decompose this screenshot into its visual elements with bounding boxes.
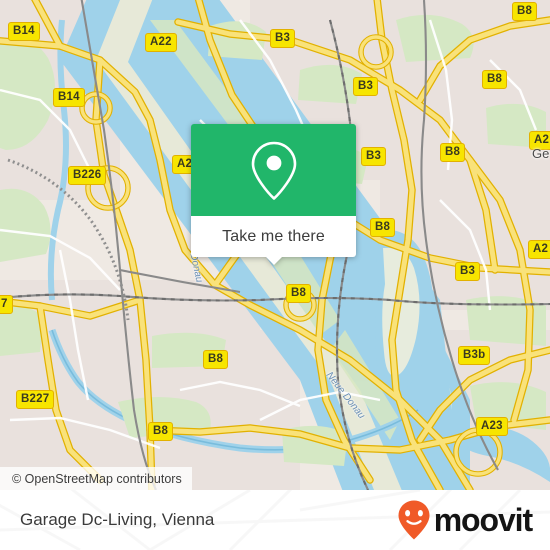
road-shield: B8 (370, 218, 396, 237)
moovit-smiley-pin-icon (398, 500, 430, 540)
road-shield: B3 (455, 262, 481, 281)
road-shield: 7 (0, 295, 13, 314)
road-shield: B8 (286, 284, 312, 303)
moovit-map-screenshot: B14 A22 B3 B8 B14 B3 B8 B226 A2 B3 B8 A2… (0, 0, 550, 550)
road-shield: B14 (53, 88, 85, 107)
destination-popup[interactable]: Take me there (191, 124, 356, 265)
map-pin-icon (251, 141, 296, 200)
moovit-logo[interactable]: moovit (396, 499, 533, 541)
road-shield: B8 (482, 70, 508, 89)
road-shield: B3 (361, 147, 387, 166)
road-shield: B3 (353, 77, 379, 96)
road-shield: A2 (528, 240, 550, 259)
take-me-there-button[interactable]: Take me there (191, 216, 356, 265)
road-shield: B8 (512, 2, 538, 21)
road-shield: B8 (148, 422, 174, 441)
place-title: Garage Dc-Living, Vienna (20, 510, 215, 529)
road-shield: A23 (476, 417, 508, 436)
road-shield: B227 (16, 390, 55, 409)
place-label: Ge (532, 146, 550, 161)
popup-tail (264, 256, 283, 265)
take-me-there-label: Take me there (222, 227, 325, 245)
road-shield: A22 (145, 33, 177, 52)
road-shield: B14 (8, 22, 40, 41)
footer-bar: Garage Dc-Living, Vienna moovit (0, 490, 550, 550)
road-shield: B3b (458, 346, 491, 365)
road-shield: B226 (68, 166, 107, 185)
map-canvas[interactable]: B14 A22 B3 B8 B14 B3 B8 B226 A2 B3 B8 A2… (0, 0, 550, 490)
road-shield: B8 (440, 143, 466, 162)
road-shield: B3 (270, 29, 296, 48)
moovit-wordmark: moovit (433, 502, 533, 538)
road-shield: B8 (203, 350, 229, 369)
popup-icon-panel (191, 124, 356, 216)
osm-attribution-text: © OpenStreetMap contributors (12, 471, 182, 486)
osm-attribution[interactable]: © OpenStreetMap contributors (0, 467, 192, 490)
